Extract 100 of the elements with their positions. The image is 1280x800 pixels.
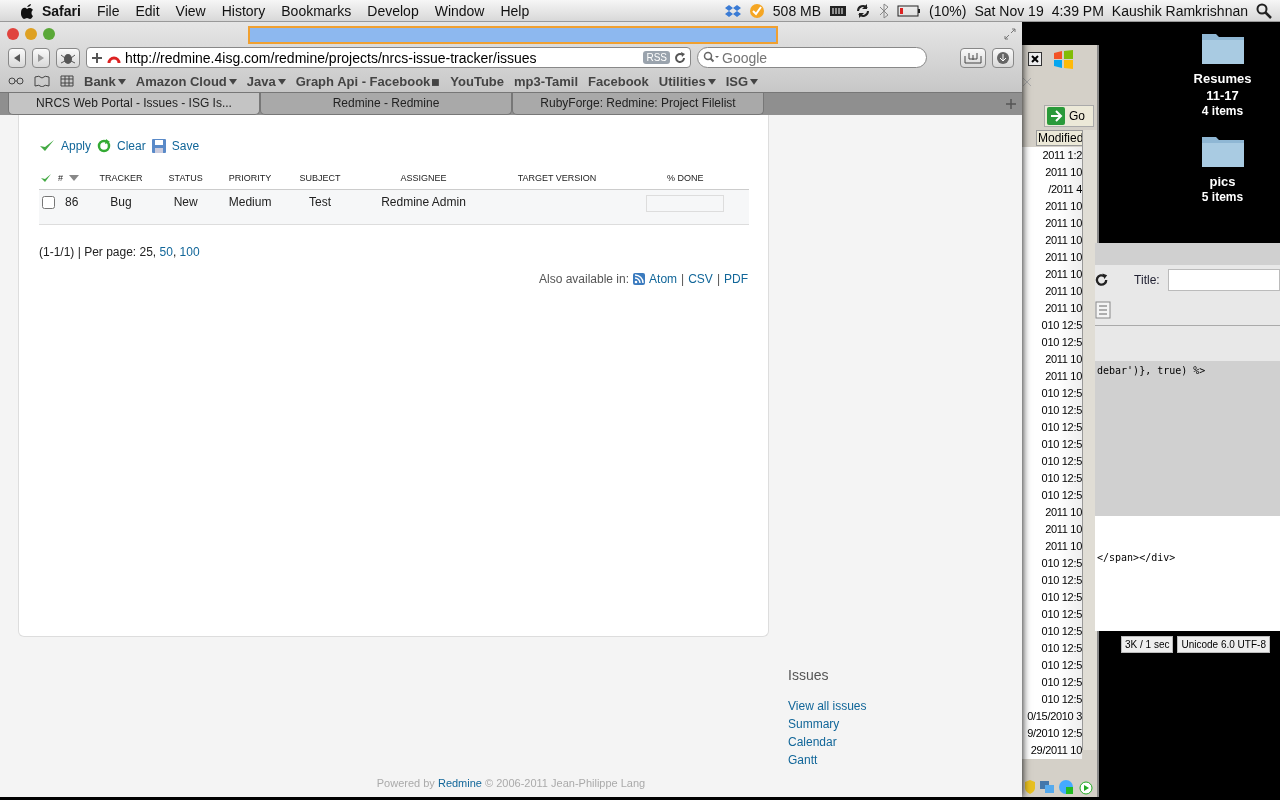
bookmark-item[interactable]: ISG — [725, 73, 759, 89]
go-button[interactable]: Go — [1044, 105, 1094, 127]
pagination-text: (1-1/1) | Per page: 25, 50, 100 — [39, 245, 201, 259]
browser-tab[interactable]: Redmine - Redmine — [260, 93, 512, 115]
date-cell-text: 2011 10 — [1045, 216, 1082, 231]
menu-item[interactable]: Help — [492, 2, 538, 19]
title-field[interactable] — [1167, 269, 1280, 291]
page-size-link[interactable]: 100 — [179, 245, 200, 259]
bluetooth-icon[interactable] — [879, 2, 890, 19]
search-field[interactable]: Google — [697, 47, 927, 68]
grid-icon[interactable] — [60, 75, 74, 87]
reload-icon[interactable] — [674, 51, 686, 64]
sync-icon[interactable] — [855, 2, 872, 19]
memory-chip-icon[interactable] — [829, 4, 848, 17]
bookmark-item[interactable]: Amazon Cloud — [135, 73, 237, 89]
date-display[interactable]: Sat Nov 19 — [974, 2, 1044, 19]
action-link[interactable]: Save — [171, 139, 200, 153]
back-button[interactable] — [8, 47, 26, 68]
column-header[interactable]: SUBJECT — [299, 173, 341, 183]
close-icon[interactable] — [1028, 52, 1042, 66]
dropdown-arrow-icon — [750, 78, 759, 86]
bookmark-item[interactable]: Bank — [84, 73, 126, 89]
date-cell-text: 010 12:5 — [1041, 420, 1082, 435]
menu-item[interactable]: Develop — [359, 2, 427, 19]
network-icon[interactable] — [1039, 779, 1055, 795]
bug-button[interactable] — [56, 47, 80, 68]
bookmark-add-icon — [964, 51, 982, 64]
menu-item[interactable]: View — [167, 2, 214, 19]
checkmark-icon[interactable] — [748, 2, 765, 19]
scrollbar[interactable] — [1082, 130, 1097, 750]
sidebar-link[interactable]: Gantt — [788, 751, 867, 769]
sidebar-link[interactable]: View all issues — [788, 697, 867, 715]
table-cell: Bug — [110, 195, 132, 209]
bookmark-item[interactable]: Facebook — [588, 73, 649, 89]
search-icon[interactable] — [1256, 2, 1272, 19]
bookmark-item[interactable]: Utilities — [658, 73, 716, 89]
address-bar[interactable]: http://redmine.4isg.com/redmine/projects/nrcs-issue-tracker/issues RSS — [86, 47, 691, 68]
date-cell-text: 2011 10 — [1045, 539, 1082, 554]
export-link[interactable]: CSV — [688, 272, 713, 286]
bookmark-item[interactable]: mp3-Tamil — [514, 73, 579, 89]
page-size-link[interactable]: 50 — [159, 245, 173, 259]
dropbox-icon[interactable] — [724, 2, 741, 19]
date-cell-text: /2011 4 — [1048, 182, 1082, 197]
column-header[interactable]: STATUS — [168, 173, 203, 183]
column-header[interactable]: % DONE — [666, 173, 704, 183]
browser-tab[interactable]: RubyForge: Redmine: Project Filelist — [512, 93, 764, 115]
sidebar-link[interactable]: Summary — [788, 715, 867, 733]
date-cell-text: 010 12:5 — [1041, 641, 1082, 656]
menu-item[interactable]: Bookmarks — [273, 2, 360, 19]
column-header[interactable]: TRACKER — [99, 173, 143, 183]
menu-item[interactable]: Window — [426, 2, 493, 19]
zoom-button[interactable] — [43, 27, 55, 40]
code-line: debar')}, true) %> — [1097, 365, 1206, 376]
bookmark-item[interactable]: Graph Api - Facebook — [295, 73, 441, 89]
column-header[interactable]: PRIORITY — [228, 173, 272, 183]
play-icon[interactable] — [1077, 779, 1093, 795]
plus-icon[interactable] — [91, 51, 103, 64]
date-cell-text: 010 12:5 — [1041, 318, 1082, 333]
windows-logo-icon — [1052, 49, 1074, 69]
refresh-icon[interactable] — [1095, 273, 1109, 287]
checkmark-icon[interactable] — [40, 173, 52, 183]
menu-item[interactable]: History — [213, 2, 274, 19]
bookmark-button[interactable] — [960, 47, 986, 68]
date-cell-text: 010 12:5 — [1041, 335, 1082, 350]
book-icon[interactable] — [34, 75, 50, 87]
column-header[interactable]: TARGET VERSION — [517, 173, 597, 183]
table-cell[interactable]: 86 — [65, 195, 79, 209]
apple-icon[interactable] — [20, 2, 34, 19]
reading-list-icon[interactable] — [8, 76, 24, 86]
forward-button[interactable] — [32, 47, 50, 68]
title-field[interactable] — [248, 26, 778, 44]
list-icon[interactable] — [1095, 301, 1113, 319]
downloads-button[interactable] — [992, 47, 1014, 68]
menu-item[interactable]: Edit — [127, 2, 168, 19]
user-name[interactable]: Kaushik Ramkrishnan — [1111, 2, 1248, 19]
export-link[interactable]: PDF — [724, 272, 748, 286]
table-row[interactable]: 86 Bug New Medium Test Redmine Admin — [39, 189, 749, 225]
plus-icon — [1006, 99, 1016, 109]
time-display[interactable]: 4:39 PM — [1051, 2, 1104, 19]
bookmark-item[interactable]: Java — [246, 73, 286, 89]
memory-usage[interactable]: 508 MB — [772, 2, 822, 19]
redmine-link[interactable]: Redmine — [437, 777, 482, 789]
battery-percentage[interactable]: (10%) — [929, 2, 967, 19]
sort-icon[interactable] — [69, 175, 79, 181]
app-menu[interactable]: Safari — [34, 2, 89, 19]
shield-icon[interactable] — [1024, 779, 1036, 795]
battery-icon[interactable] — [897, 4, 922, 17]
column-header[interactable]: ASSIGNEE — [400, 173, 447, 183]
feed-icon[interactable] — [633, 273, 646, 285]
menu-item[interactable]: File — [88, 2, 128, 19]
browser-tab[interactable]: NRCS Web Portal - Issues - ISG Is... — [8, 93, 260, 115]
fullscreen-icon[interactable] — [1004, 27, 1016, 40]
export-link[interactable]: Atom — [649, 272, 678, 286]
sidebar-link[interactable]: Calendar — [788, 733, 867, 751]
close-button[interactable] — [7, 27, 19, 40]
bookmark-item[interactable]: YouTube — [450, 73, 504, 89]
column-header[interactable]: # — [58, 173, 63, 183]
action-link[interactable]: Clear — [117, 139, 146, 153]
action-link[interactable]: Apply — [61, 139, 92, 153]
row-checkbox[interactable] — [42, 195, 55, 209]
